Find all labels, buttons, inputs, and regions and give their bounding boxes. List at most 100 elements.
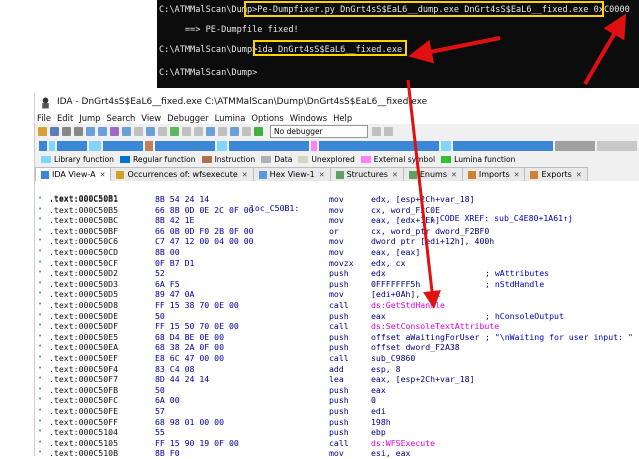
breakpoint-dot-icon[interactable]: • <box>38 427 42 435</box>
toolbar-icon[interactable] <box>242 127 251 136</box>
menu-view[interactable]: View <box>141 113 161 123</box>
breakpoint-dot-icon[interactable]: • <box>38 385 42 393</box>
breakpoint-dot-icon[interactable]: • <box>38 332 42 340</box>
close-icon[interactable]: ✕ <box>576 171 582 179</box>
toolbar-icon[interactable] <box>170 127 179 136</box>
close-icon[interactable]: ✕ <box>514 171 520 179</box>
close-icon[interactable]: ✕ <box>451 171 457 179</box>
code-row[interactable]: • .text:000C50DF FF 15 50 70 0E 00 call ds:S… <box>35 321 639 332</box>
breakpoint-dot-icon[interactable]: • <box>38 406 42 414</box>
code-row[interactable]: • .text:000C50EF E8 6C 47 00 00 call sub_C98… <box>35 353 639 364</box>
code-row[interactable]: • .text:000C50D8 FF 15 38 70 0E 00 call ds:G… <box>35 300 639 311</box>
forward-icon[interactable] <box>74 127 83 136</box>
navigation-band[interactable] <box>39 139 639 153</box>
breakpoint-dot-icon[interactable]: • <box>38 289 42 297</box>
code-row[interactable]: • .text:000C50FF 68 98 01 00 00 push 198h <box>35 417 639 428</box>
debugger-select[interactable]: No debugger <box>270 125 368 138</box>
mnemonic: push <box>329 427 349 438</box>
code-row[interactable]: • .text:000C50C6 C7 47 12 00 04 00 00 mov dw… <box>35 236 639 247</box>
toolbar-icon[interactable] <box>146 127 155 136</box>
breakpoint-dot-icon[interactable]: • <box>38 395 42 403</box>
breakpoint-dot-icon[interactable]: • <box>38 321 42 329</box>
breakpoint-dot-icon[interactable]: • <box>38 353 42 361</box>
breakpoint-dot-icon[interactable]: • <box>38 438 42 446</box>
breakpoint-dot-icon[interactable]: • <box>38 279 42 287</box>
menu-jump[interactable]: Jump <box>79 113 100 123</box>
menu-search[interactable]: Search <box>107 113 136 123</box>
code-row[interactable]: • .text:000C510B 8B F0 mov esi, eax <box>35 448 639 459</box>
toolbar-icon[interactable] <box>218 127 227 136</box>
toolbar-icon[interactable] <box>110 127 119 136</box>
menu-edit[interactable]: Edit <box>57 113 73 123</box>
toolbar-icon[interactable] <box>86 127 95 136</box>
toolbar-icon[interactable] <box>384 127 393 136</box>
tab-ida-view-a[interactable]: IDA View-A ✕ <box>35 167 112 181</box>
breakpoint-dot-icon[interactable]: • <box>38 300 42 308</box>
code-row[interactable]: • .text:000C50FB 50 push eax <box>35 385 639 396</box>
code-row[interactable]: • .text:000C50D3 6A F5 push 0FFFFFFF5h ; nStd… <box>35 279 639 290</box>
breakpoint-dot-icon[interactable]: • <box>38 417 42 425</box>
menu-debugger[interactable]: Debugger <box>167 113 208 123</box>
code-row[interactable]: • .text:000C5105 FF 15 90 19 0F 00 call ds:W… <box>35 438 639 449</box>
toolbar-icon[interactable] <box>98 127 107 136</box>
code-row[interactable]: • .text:000C50EA 68 38 2A 0F 00 push offset … <box>35 342 639 353</box>
open-icon[interactable] <box>38 127 47 136</box>
breakpoint-dot-icon[interactable]: • <box>38 205 42 213</box>
close-icon[interactable]: ✕ <box>319 171 325 179</box>
toolbar-icon[interactable] <box>230 127 239 136</box>
code-row[interactable]: • .text:000C50DE 50 push eax ; hConsoleOutput <box>35 311 639 322</box>
tab-enums[interactable]: Enums ✕ <box>402 167 463 181</box>
breakpoint-dot-icon[interactable]: • <box>38 374 42 382</box>
menu-help[interactable]: Help <box>333 113 352 123</box>
breakpoint-dot-icon[interactable]: • <box>38 258 42 266</box>
breakpoint-dot-icon[interactable]: • <box>38 215 42 223</box>
toolbar-icon[interactable] <box>158 127 167 136</box>
code-row[interactable]: • .text:000C50FC 6A 00 push 0 <box>35 395 639 406</box>
code-row[interactable]: • .text:000C50BF 66 0B 0D F0 2B 0F 00 or cx,… <box>35 226 639 237</box>
code-row[interactable]: • .text:000C50BC 8B 42 1E mov eax, [edx+1Eh] <box>35 215 639 226</box>
code-row[interactable]: • .text:000C5104 55 push ebp <box>35 427 639 438</box>
code-row[interactable]: • .text:000C50D5 89 47 0A mov [edi+0Ah], eax <box>35 289 639 300</box>
breakpoint-dot-icon[interactable]: • <box>38 226 42 234</box>
code-row[interactable]: • .text:000C50CD 8B 00 mov eax, [eax] <box>35 247 639 258</box>
code-row[interactable]: • .text:000C50D2 52 push edx ; wAttributes <box>35 268 639 279</box>
breakpoint-dot-icon[interactable]: • <box>38 342 42 350</box>
disassembly-view[interactable]: .text:000C50B1 loc_C50B1: ; CODE XREF: s… <box>35 181 639 459</box>
save-icon[interactable] <box>50 127 59 136</box>
breakpoint-dot-icon[interactable]: • <box>38 194 42 202</box>
menu-windows[interactable]: Windows <box>290 113 327 123</box>
toolbar-icon[interactable] <box>206 127 215 136</box>
breakpoint-dot-icon[interactable]: • <box>38 311 42 319</box>
breakpoint-dot-icon[interactable]: • <box>38 236 42 244</box>
breakpoint-dot-icon[interactable]: • <box>38 448 42 456</box>
code-row[interactable]: • .text:000C50E5 68 D4 BE 0E 00 push offset … <box>35 332 639 343</box>
tab-hex-view[interactable]: Hex View-1 ✕ <box>252 167 331 181</box>
label-row[interactable]: .text:000C50B1 loc_C50B1: ; CODE XREF: s… <box>35 183 639 223</box>
code-row[interactable]: • .text:000C50B5 66 8B 0D 0E 2C 0F 00 mov cx… <box>35 205 639 216</box>
toolbar-icon[interactable] <box>134 127 143 136</box>
code-row[interactable]: • .text:000C50FE 57 push edi <box>35 406 639 417</box>
close-icon[interactable]: ✕ <box>392 171 398 179</box>
code-row[interactable]: • .text:000C50F4 83 C4 08 add esp, 8 <box>35 364 639 375</box>
tab-exports[interactable]: Exports ✕ <box>524 167 588 181</box>
close-icon[interactable]: ✕ <box>100 171 106 179</box>
code-row[interactable]: • .text:000C50F7 8D 44 24 14 lea eax, [esp+2… <box>35 374 639 385</box>
menu-file[interactable]: File <box>37 113 51 123</box>
tab-imports[interactable]: Imports ✕ <box>461 167 526 181</box>
toolbar-icon[interactable] <box>372 127 381 136</box>
breakpoint-dot-icon[interactable]: • <box>38 364 42 372</box>
code-row[interactable]: • .text:000C50CF 0F B7 D1 movzx edx, cx <box>35 258 639 269</box>
run-icon[interactable] <box>254 127 263 136</box>
breakpoint-dot-icon[interactable]: • <box>38 247 42 255</box>
code-row[interactable]: • .text:000C50B1 8B 54 24 14 mov edx, [esp+2… <box>35 194 639 205</box>
tab-structures[interactable]: Structures ✕ <box>329 167 404 181</box>
menu-lumina[interactable]: Lumina <box>215 113 246 123</box>
breakpoint-dot-icon[interactable]: • <box>38 268 42 276</box>
toolbar-icon[interactable] <box>122 127 131 136</box>
back-icon[interactable] <box>62 127 71 136</box>
toolbar-icon[interactable] <box>194 127 203 136</box>
tab-occurrences[interactable]: Occurrences of: wfsexecute ✕ <box>110 167 254 181</box>
toolbar-icon[interactable] <box>182 127 191 136</box>
menu-options[interactable]: Options <box>251 113 283 123</box>
close-icon[interactable]: ✕ <box>242 171 248 179</box>
